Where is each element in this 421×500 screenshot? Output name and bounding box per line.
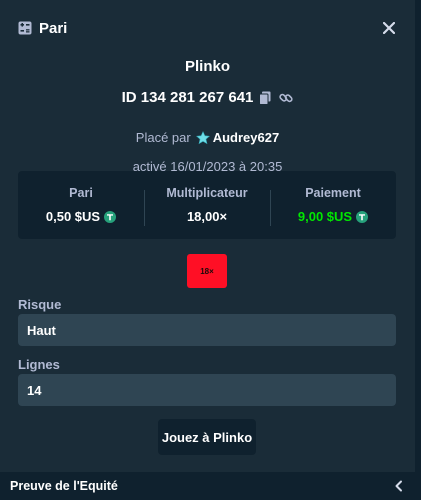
lines-label: Lignes	[18, 357, 60, 372]
risk-field: Haut	[18, 314, 396, 346]
link-icon[interactable]	[279, 91, 294, 105]
username-link[interactable]: Audrey627	[213, 130, 279, 145]
fairness-label: Preuve de l'Equité	[10, 479, 118, 493]
modal-header: Pari	[0, 0, 415, 56]
lines-field: 14	[18, 374, 396, 406]
play-plinko-button[interactable]: Jouez à Plinko	[158, 419, 256, 455]
stat-payout-value: 9,00 $US	[297, 209, 353, 224]
stat-payout-value-row: 9,00 $US	[270, 209, 396, 224]
vip-star-icon	[195, 130, 210, 145]
chevron-left-icon[interactable]	[393, 480, 405, 492]
stat-multiplier: Multiplicateur 18,00×	[144, 186, 270, 226]
usdt-coin-icon	[104, 210, 117, 223]
modal-title: Pari	[39, 19, 68, 37]
bet-id-row: ID 134 281 267 641	[0, 89, 415, 106]
stat-multiplier-value-row: 18,00×	[144, 209, 270, 224]
bet-id: ID 134 281 267 641	[121, 89, 254, 106]
result-multiplier-chip: 18×	[187, 254, 227, 288]
copy-icon[interactable]	[259, 91, 273, 105]
background-strip	[415, 0, 421, 500]
stat-multiplier-label: Multiplicateur	[166, 186, 248, 200]
bet-slip-icon	[18, 21, 32, 35]
bet-modal: Pari Plinko ID 134 281 267 641 Placé par	[0, 0, 415, 500]
fairness-footer[interactable]: Preuve de l'Equité	[0, 472, 415, 500]
stat-bet-label: Pari	[69, 186, 93, 200]
stat-bet: Pari 0,50 $US	[18, 186, 144, 224]
stat-payout: Paiement 9,00 $US	[270, 186, 396, 226]
stat-bet-value-row: 0,50 $US	[18, 209, 144, 224]
bet-stats-panel: Pari 0,50 $US Multiplicateur 18,00× Paie…	[18, 171, 396, 239]
stat-bet-value: 0,50 $US	[45, 209, 101, 224]
stat-multiplier-value: 18,00×	[186, 209, 228, 224]
usdt-coin-icon	[356, 210, 369, 223]
placed-by-label: Placé par	[135, 130, 191, 145]
close-icon[interactable]	[381, 20, 397, 36]
risk-label: Risque	[18, 297, 62, 312]
placed-by-row: Placé par Audrey627	[0, 130, 415, 145]
stat-payout-label: Paiement	[305, 186, 361, 200]
game-name: Plinko	[184, 58, 230, 75]
